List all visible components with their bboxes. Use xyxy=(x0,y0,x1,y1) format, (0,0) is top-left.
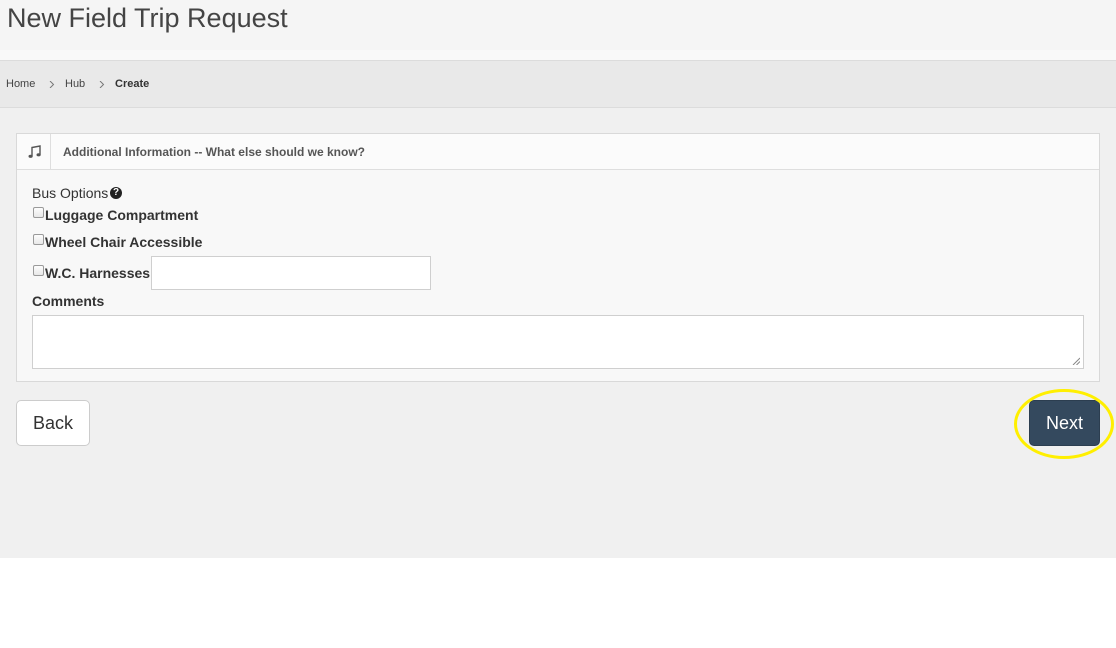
resize-handle-icon[interactable] xyxy=(1072,357,1080,365)
highlight-annotation xyxy=(1014,389,1114,459)
title-bar: New Field Trip Request xyxy=(0,0,1116,50)
wheel-chair-accessible-checkbox[interactable] xyxy=(33,234,44,245)
wc-harnesses-label: W.C. Harnesses xyxy=(45,265,151,281)
breadcrumb-home[interactable]: Home xyxy=(6,78,35,90)
wc-harnesses-checkbox[interactable] xyxy=(33,265,44,276)
luggage-compartment-label: Luggage Compartment xyxy=(45,207,199,223)
wc-harnesses-input[interactable] xyxy=(151,256,431,290)
comments-textarea[interactable] xyxy=(32,315,1084,369)
chevron-right-icon xyxy=(99,81,105,88)
breadcrumb-hub[interactable]: Hub xyxy=(65,78,85,90)
bus-options-label: Bus Options xyxy=(32,185,109,201)
wheel-chair-accessible-label: Wheel Chair Accessible xyxy=(45,234,203,250)
music-note-icon xyxy=(28,145,41,158)
page-title: New Field Trip Request xyxy=(7,3,288,33)
back-button[interactable]: Back xyxy=(16,400,90,446)
breadcrumb-create: Create xyxy=(115,78,150,90)
header-spacer xyxy=(0,50,1116,60)
panel-icon-cell xyxy=(17,134,51,169)
luggage-compartment-checkbox[interactable] xyxy=(33,207,44,218)
additional-info-panel: Additional Information -- What else shou… xyxy=(16,133,1100,382)
breadcrumb: Home Hub Create xyxy=(0,60,1116,108)
question-circle-icon[interactable]: ? xyxy=(110,187,122,199)
comments-label: Comments xyxy=(32,293,105,309)
chevron-right-icon xyxy=(49,81,55,88)
panel-header: Additional Information -- What else shou… xyxy=(17,134,1099,170)
main-content: Additional Information -- What else shou… xyxy=(0,108,1116,558)
panel-title: Additional Information -- What else shou… xyxy=(63,145,365,159)
